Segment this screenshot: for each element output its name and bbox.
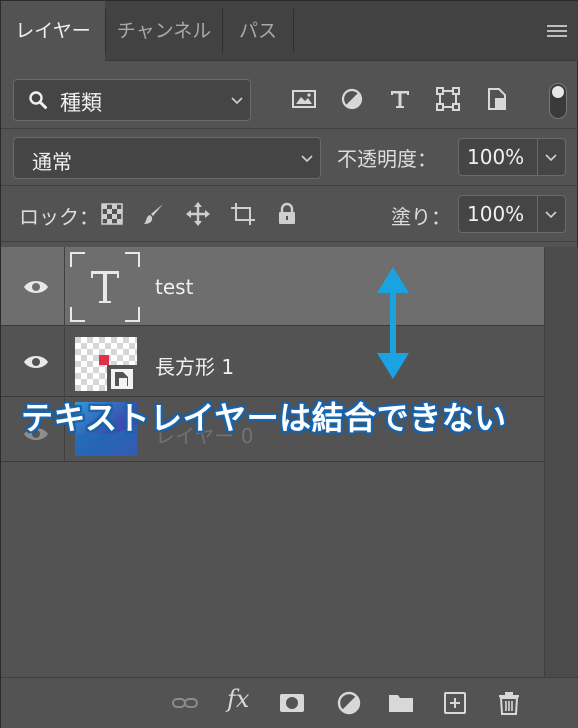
layer-name: test (155, 275, 194, 299)
opacity-field[interactable]: 100% (458, 138, 566, 176)
layer-list-scrollbar[interactable] (544, 247, 578, 677)
tab-layers[interactable]: レイヤー (1, 1, 105, 62)
tab-channels[interactable]: チャンネル (106, 1, 222, 61)
smart-object-thumbnail-icon (75, 337, 137, 391)
new-group-folder-icon[interactable] (387, 689, 415, 717)
add-mask-icon[interactable] (278, 689, 306, 717)
delete-layer-trash-icon[interactable] (495, 689, 523, 717)
blend-mode-value: 通常 (32, 150, 72, 174)
layer-kind-filter-select[interactable]: 種類 (13, 79, 251, 121)
chevron-down-icon[interactable] (544, 208, 558, 222)
shape-layer-filter-icon[interactable] (434, 85, 462, 113)
divider (1, 128, 578, 129)
adjustment-layer-filter-icon[interactable] (338, 85, 366, 113)
annotation-caption: テキストレイヤーは結合できない (21, 399, 507, 437)
visibility-toggle[interactable] (1, 247, 65, 325)
panel-tab-bar: レイヤー チャンネル パス (1, 1, 578, 62)
smart-object-filter-icon[interactable] (483, 85, 511, 113)
link-layers-icon[interactable] (171, 689, 199, 717)
layer-kind-filter-value: 種類 (60, 91, 102, 115)
lock-transparent-pixels-icon[interactable] (99, 201, 125, 227)
fill-value: 100% (467, 202, 525, 226)
blend-mode-select[interactable]: 通常 (13, 137, 321, 179)
layer-row-test[interactable]: test (1, 247, 544, 326)
layer-style-fx-icon[interactable]: fx (227, 685, 249, 713)
layers-panel: レイヤー チャンネル パス 種類 通常 不透明度： 100% ロック： 塗り： … (0, 0, 578, 728)
search-icon (29, 91, 47, 109)
divider (537, 139, 538, 175)
divider (1, 241, 578, 242)
lock-image-pixels-brush-icon[interactable] (141, 201, 167, 227)
fill-field[interactable]: 100% (458, 195, 566, 233)
tab-divider (293, 9, 294, 53)
chevron-down-icon[interactable] (544, 151, 558, 165)
lock-position-move-icon[interactable] (185, 201, 211, 227)
divider (537, 196, 538, 232)
new-adjustment-layer-icon[interactable] (335, 689, 363, 717)
opacity-label: 不透明度： (337, 147, 437, 171)
lock-all-icon[interactable] (274, 201, 300, 227)
pixel-layer-filter-icon[interactable] (290, 85, 318, 113)
eye-icon[interactable] (23, 279, 49, 295)
visibility-toggle[interactable] (1, 327, 65, 396)
filter-toggle-switch[interactable] (549, 83, 567, 119)
double-arrow-icon (377, 267, 409, 379)
type-layer-filter-icon[interactable] (386, 85, 414, 113)
text-layer-thumbnail-icon (70, 252, 140, 322)
divider (1, 185, 578, 186)
fill-label: 塗り： (391, 205, 451, 229)
tab-paths[interactable]: パス (223, 1, 293, 61)
lock-artboard-icon[interactable] (230, 201, 256, 227)
layer-name: 長方形 1 (155, 355, 235, 379)
lock-label: ロック： (19, 205, 99, 229)
layer-row-rectangle-1[interactable]: 長方形 1 (1, 327, 544, 397)
panel-menu-icon[interactable] (547, 25, 567, 39)
chevron-down-icon (301, 155, 313, 163)
opacity-value: 100% (467, 145, 525, 169)
eye-icon[interactable] (23, 354, 49, 370)
chevron-down-icon (231, 97, 243, 105)
new-layer-icon[interactable] (441, 689, 469, 717)
